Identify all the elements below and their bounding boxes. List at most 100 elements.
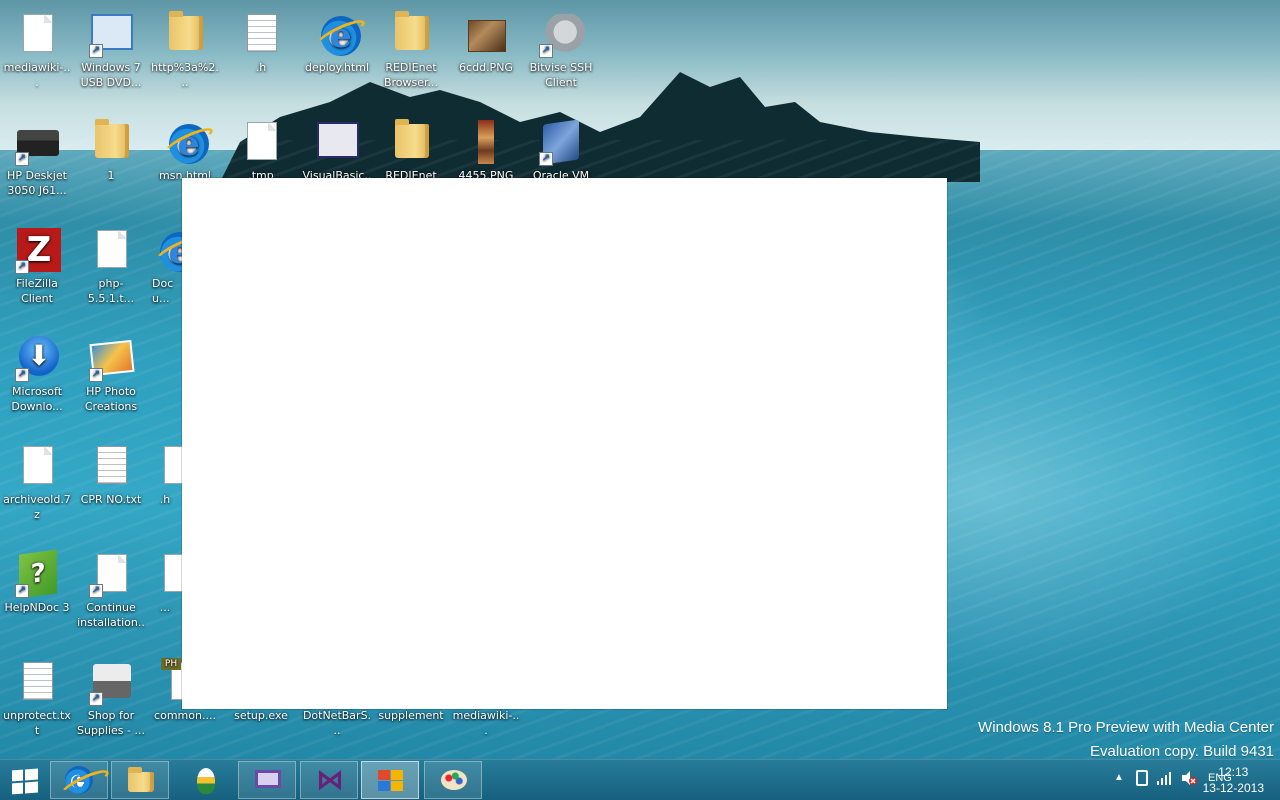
clock-date: 13-12-2013	[1202, 781, 1264, 795]
folder-icon	[87, 118, 135, 166]
desktop-icon-mediawiki[interactable]: mediawiki-...	[0, 4, 74, 90]
winamp-icon	[191, 766, 221, 794]
power-icon[interactable]	[1136, 770, 1148, 786]
desktop-icon-filezilla[interactable]: Z ↗ FileZilla Client	[0, 220, 74, 306]
blank-file-icon	[154, 442, 182, 490]
image-file-icon	[462, 118, 510, 166]
desktop-icon-helpndoc[interactable]: ? ↗ HelpNDoc 3	[0, 544, 74, 615]
virtualbox-icon: ↗	[537, 118, 585, 166]
blank-file-icon	[154, 550, 182, 598]
desktop-icon-http-folder[interactable]: http%3a%2...	[148, 4, 222, 90]
icon-label: REDIEnet Browser...	[383, 61, 439, 89]
helpndoc-icon: ? ↗	[13, 549, 61, 599]
desktop-icon-continue-installation[interactable]: ↗ Continue installation...	[74, 544, 148, 630]
filezilla-icon: Z ↗	[13, 226, 61, 274]
desktop-icon-4455-png[interactable]: 4455.PNG	[449, 112, 523, 183]
show-hidden-icons-icon[interactable]: ▲	[1114, 772, 1124, 783]
desktop-icon-hp-photo[interactable]: ↗ HP Photo Creations	[74, 328, 148, 414]
desktop-icon-oracle-vm[interactable]: ↗ Oracle VM	[524, 112, 598, 183]
folder-icon	[126, 766, 156, 794]
desktop-icon-unprotect[interactable]: unprotect.txt	[0, 652, 74, 738]
text-file-icon	[237, 10, 285, 58]
icon-label: common....	[154, 709, 216, 722]
icon-label: CPR NO.txt	[80, 493, 142, 506]
network-signal-icon[interactable]	[1156, 770, 1172, 789]
icon-label: 6cdd.PNG	[459, 61, 513, 74]
desktop-icon-windows7-usb[interactable]: ↗ Windows 7 USB DVD...	[74, 4, 148, 90]
icon-label: .h	[255, 61, 267, 74]
icon-label: ...	[159, 601, 171, 614]
blank-file-icon	[87, 226, 135, 274]
taskbar-visual-studio[interactable]: ⋈	[300, 761, 358, 799]
icon-label: deploy.html	[304, 61, 369, 74]
desktop-icon-partial[interactable]: ...	[148, 544, 182, 615]
control-panel-icon	[376, 766, 406, 794]
desktop-icon-folder-1[interactable]: 1	[74, 112, 148, 183]
icon-label: http%3a%2...	[151, 61, 219, 89]
icon-label: FileZilla Client	[16, 277, 58, 305]
icon-label: archiveold.7z	[3, 493, 71, 521]
icon-label: HP Photo Creations	[84, 385, 138, 413]
taskbar-internet-explorer[interactable]: e	[50, 761, 108, 799]
taskbar-file-explorer[interactable]	[111, 761, 169, 799]
icon-label: Shop for Supplies - ...	[77, 709, 145, 737]
blank-window[interactable]	[182, 178, 947, 709]
watermark-line-1: Windows 8.1 Pro Preview with Media Cente…	[978, 719, 1274, 736]
folder-icon	[161, 10, 209, 58]
desktop-icon-hp-deskjet[interactable]: ↗ HP Deskjet 3050 J61...	[0, 112, 74, 198]
desktop-icon-deploy-html[interactable]: e deploy.html	[300, 4, 374, 75]
desktop-icon-msn-html[interactable]: e msn.html	[148, 112, 222, 183]
download-manager-icon: ⬇ ↗	[13, 334, 61, 382]
blank-file-icon	[237, 118, 285, 166]
desktop-icon-shop-supplies[interactable]: ↗ Shop for Supplies - ...	[74, 652, 148, 738]
desktop-icon-redienet-browser[interactable]: REDIEnet Browser...	[374, 4, 448, 90]
internet-explorer-icon: e	[161, 118, 209, 166]
desktop-icon-tmp-file[interactable]: .tmp	[224, 112, 298, 183]
desktop-icon-archiveold[interactable]: archiveold.7z	[0, 436, 74, 522]
icon-label: mediawiki-...	[452, 709, 520, 737]
paint-palette-icon	[439, 766, 469, 794]
desktop-icon-microsoft-download[interactable]: ⬇ ↗ Microsoft Downlo...	[0, 328, 74, 414]
desktop-icon-docu[interactable]: e Docu...	[148, 220, 182, 306]
taskbar-winamp[interactable]	[176, 761, 234, 799]
icon-label: setup.exe	[234, 709, 288, 722]
blank-file-icon: ↗	[87, 550, 135, 598]
taskbar: e ⋈ ▲ ENG 12:13 13-12-2013	[0, 759, 1280, 800]
icon-label: unprotect.txt	[3, 709, 71, 737]
desktop-icon-h-file-2[interactable]: .h	[148, 436, 182, 507]
monitor-icon	[253, 766, 283, 794]
visual-studio-icon: ⋈	[316, 763, 344, 796]
icon-label: Microsoft Downlo...	[11, 385, 63, 413]
text-file-icon	[13, 658, 61, 706]
visual-basic-icon	[313, 118, 361, 166]
start-button[interactable]	[6, 766, 46, 796]
blank-file-icon	[13, 442, 61, 490]
internet-explorer-icon: e	[65, 766, 95, 794]
internet-explorer-icon: e	[152, 226, 182, 274]
bitvise-ssh-icon: ↗	[537, 10, 585, 58]
desktop-icon-cpr-no[interactable]: CPR NO.txt	[74, 436, 148, 507]
speaker-muted-icon[interactable]	[1180, 770, 1198, 789]
icon-label: supplement	[378, 709, 444, 722]
icon-label: Windows 7 USB DVD...	[80, 61, 142, 89]
desktop-icon-bitvise-ssh[interactable]: ↗ Bitvise SSH Client	[524, 4, 598, 90]
desktop-icon-6cdd-png[interactable]: 6cdd.PNG	[449, 4, 523, 75]
windows-watermark: Windows 8.1 Pro Preview with Media Cente…	[978, 716, 1274, 764]
clock-time: 12:13	[1218, 765, 1249, 779]
icon-label: .h	[159, 493, 171, 506]
text-file-icon	[87, 442, 135, 490]
folder-icon	[387, 118, 435, 166]
desktop-icon-h-file[interactable]: .h	[224, 4, 298, 75]
taskbar-paint[interactable]	[424, 761, 482, 799]
desktop-icon-redienet[interactable]: REDIEnet	[374, 112, 448, 183]
image-file-icon	[462, 10, 510, 58]
taskbar-remote-desktop[interactable]	[238, 761, 296, 799]
icon-label: Bitvise SSH Client	[529, 61, 593, 89]
taskbar-control-panel[interactable]	[361, 761, 419, 799]
internet-explorer-icon: e	[313, 10, 361, 58]
icon-label: HP Deskjet 3050 J61...	[7, 169, 67, 197]
icon-label: HelpNDoc 3	[4, 601, 70, 614]
desktop-icon-php-file[interactable]: php-5.5.1.t...	[74, 220, 148, 306]
clock[interactable]: 12:13 13-12-2013	[1203, 764, 1264, 796]
folder-icon	[387, 10, 435, 58]
